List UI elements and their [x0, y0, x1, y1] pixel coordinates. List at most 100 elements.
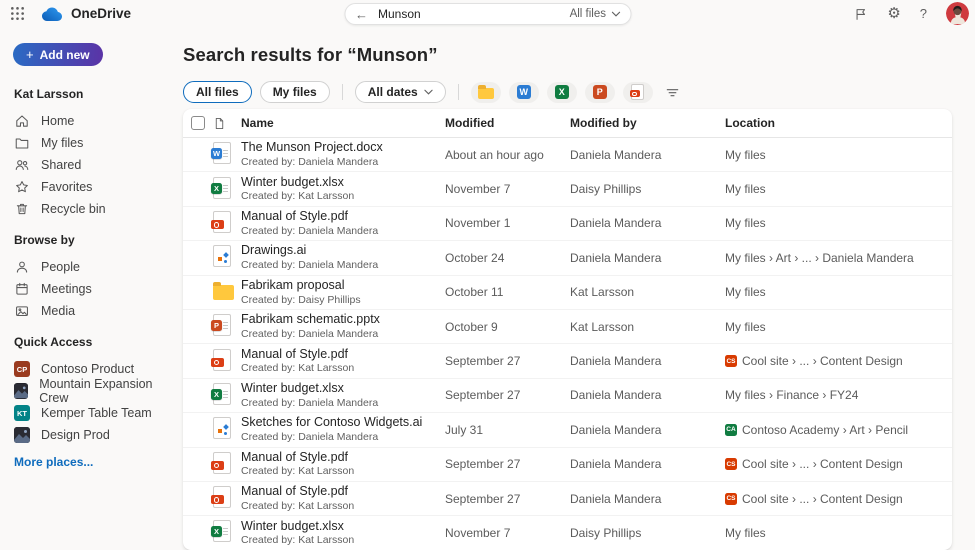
file-location[interactable]: My files › Finance › FY24 [725, 388, 952, 402]
scope-pill-my-files[interactable]: My files [260, 81, 330, 103]
file-location[interactable]: My files [725, 526, 952, 540]
settings-gear-icon[interactable]: ⚙ [887, 6, 900, 21]
sidebar-item-my-files[interactable]: My files [0, 132, 183, 154]
powerpoint-file-icon: P [213, 314, 231, 336]
file-location[interactable]: CSCool site › ... › Content Design [725, 457, 952, 471]
column-header-location[interactable]: Location [725, 116, 952, 130]
onedrive-logo[interactable]: OneDrive [40, 6, 131, 22]
table-row[interactable]: X Winter budget.xlsx Created by: Daniela… [183, 379, 952, 413]
table-row[interactable]: Sketches for Contoso Widgets.ai Created … [183, 413, 952, 447]
file-name[interactable]: Winter budget.xlsx [241, 519, 445, 535]
table-row[interactable]: Manual of Style.pdf Created by: Kat Lars… [183, 482, 952, 516]
file-created-by: Created by: Kat Larsson [241, 190, 445, 203]
file-name[interactable]: Manual of Style.pdf [241, 450, 445, 466]
modified-date: September 27 [445, 492, 570, 506]
file-location[interactable]: My files [725, 148, 952, 162]
search-input[interactable]: Munson [378, 7, 560, 21]
all-dates-dropdown[interactable]: All dates [355, 81, 446, 103]
file-location[interactable]: My files [725, 216, 952, 230]
sidebar-item-label: Favorites [41, 180, 92, 194]
file-name[interactable]: The Munson Project.docx [241, 140, 445, 156]
column-header-modified-by[interactable]: Modified by [570, 116, 725, 130]
file-name[interactable]: Fabrikam schematic.pptx [241, 312, 445, 328]
filters-icon[interactable] [665, 85, 680, 100]
media-icon [14, 303, 30, 319]
search-box[interactable]: ← Munson All files [344, 3, 631, 25]
help-icon[interactable]: ? [920, 7, 927, 20]
app-launcher-waffle-icon[interactable] [10, 6, 26, 22]
table-row[interactable]: X Winter budget.xlsx Created by: Kat Lar… [183, 516, 952, 550]
quick-access-item-design-prod[interactable]: Design Prod [0, 424, 183, 446]
file-name[interactable]: Winter budget.xlsx [241, 381, 445, 397]
column-header-modified[interactable]: Modified [445, 116, 570, 130]
file-location[interactable]: CAContoso Academy › Art › Pencil [725, 423, 952, 437]
add-new-button[interactable]: + Add new [13, 43, 103, 66]
modified-date: July 31 [445, 423, 570, 437]
file-location[interactable]: My files [725, 320, 952, 334]
column-header-name[interactable]: Name [241, 116, 445, 130]
file-name[interactable]: Manual of Style.pdf [241, 347, 445, 363]
file-name[interactable]: Fabrikam proposal [241, 278, 445, 294]
file-name[interactable]: Winter budget.xlsx [241, 175, 445, 191]
pdf-filter-chip[interactable] [623, 82, 653, 103]
quick-access-item-kemper-table-team[interactable]: KTKemper Table Team [0, 402, 183, 424]
table-row[interactable]: P Fabrikam schematic.pptx Created by: Da… [183, 310, 952, 344]
calendar-icon [14, 281, 30, 297]
file-location[interactable]: My files [725, 285, 952, 299]
modified-date: September 27 [445, 354, 570, 368]
sidebar-item-favorites[interactable]: Favorites [0, 176, 183, 198]
file-location[interactable]: CSCool site › ... › Content Design [725, 354, 952, 368]
location-breadcrumb: Cool site › ... › Content Design [742, 492, 903, 506]
file-name[interactable]: Manual of Style.pdf [241, 484, 445, 500]
table-row[interactable]: Manual of Style.pdf Created by: Daniela … [183, 207, 952, 241]
quick-access-item-mountain-expansion-crew[interactable]: Mountain Expansion Crew [0, 380, 183, 402]
file-location[interactable]: My files › Art › ... › Daniela Mandera [725, 251, 952, 265]
file-location[interactable]: My files [725, 182, 952, 196]
excel-filter-chip[interactable]: X [547, 82, 577, 103]
table-row[interactable]: Manual of Style.pdf Created by: Kat Lars… [183, 448, 952, 482]
location-breadcrumb: My files [725, 182, 766, 196]
sidebar-item-media[interactable]: Media [0, 300, 183, 322]
modified-date: November 7 [445, 526, 570, 540]
modified-date: October 24 [445, 251, 570, 265]
table-row[interactable]: Drawings.ai Created by: Daniela Mandera … [183, 241, 952, 275]
word-filter-chip[interactable]: W [509, 82, 539, 103]
ai-file-icon [213, 245, 231, 267]
file-name[interactable]: Manual of Style.pdf [241, 209, 445, 225]
table-row[interactable]: X Winter budget.xlsx Created by: Kat Lar… [183, 172, 952, 206]
select-all-checkbox[interactable] [191, 116, 205, 130]
table-row[interactable]: W The Munson Project.docx Created by: Da… [183, 138, 952, 172]
site-badge: CS [725, 458, 737, 470]
table-row[interactable]: Manual of Style.pdf Created by: Kat Lars… [183, 344, 952, 378]
feedback-flag-icon[interactable] [854, 7, 868, 21]
file-location[interactable]: CSCool site › ... › Content Design [725, 492, 952, 506]
back-arrow-icon[interactable]: ← [355, 7, 368, 22]
scope-pill-all-files[interactable]: All files [183, 81, 252, 103]
sidebar-item-recycle-bin[interactable]: Recycle bin [0, 198, 183, 220]
powerpoint-filter-chip[interactable]: P [585, 82, 615, 103]
sidebar-item-people[interactable]: People [0, 256, 183, 278]
modified-date: October 11 [445, 285, 570, 299]
sidebar-item-home[interactable]: Home [0, 110, 183, 132]
file-created-by: Created by: Kat Larsson [241, 465, 445, 478]
sidebar-item-label: Home [41, 114, 74, 128]
site-thumbnail [14, 383, 28, 399]
file-name[interactable]: Drawings.ai [241, 243, 445, 259]
search-scope-dropdown[interactable]: All files [570, 8, 620, 20]
sidebar-item-shared[interactable]: Shared [0, 154, 183, 176]
sidebar: + Add new Kat Larsson Home My files Shar… [0, 27, 183, 549]
file-name[interactable]: Sketches for Contoso Widgets.ai [241, 415, 445, 431]
user-avatar[interactable] [946, 2, 969, 25]
table-row[interactable]: Fabrikam proposal Created by: Daisy Phil… [183, 276, 952, 310]
pdf-file-icon [631, 84, 644, 100]
more-places-link[interactable]: More places... [14, 455, 169, 469]
modified-by: Daniela Mandera [570, 388, 725, 402]
modified-date: September 27 [445, 388, 570, 402]
folder-filter-chip[interactable] [471, 82, 501, 103]
sidebar-item-label: People [41, 260, 80, 274]
modified-by: Daisy Phillips [570, 182, 725, 196]
location-breadcrumb: My files › Finance › FY24 [725, 388, 858, 402]
modified-by: Daniela Mandera [570, 423, 725, 437]
sidebar-item-meetings[interactable]: Meetings [0, 278, 183, 300]
filter-divider [458, 84, 459, 100]
